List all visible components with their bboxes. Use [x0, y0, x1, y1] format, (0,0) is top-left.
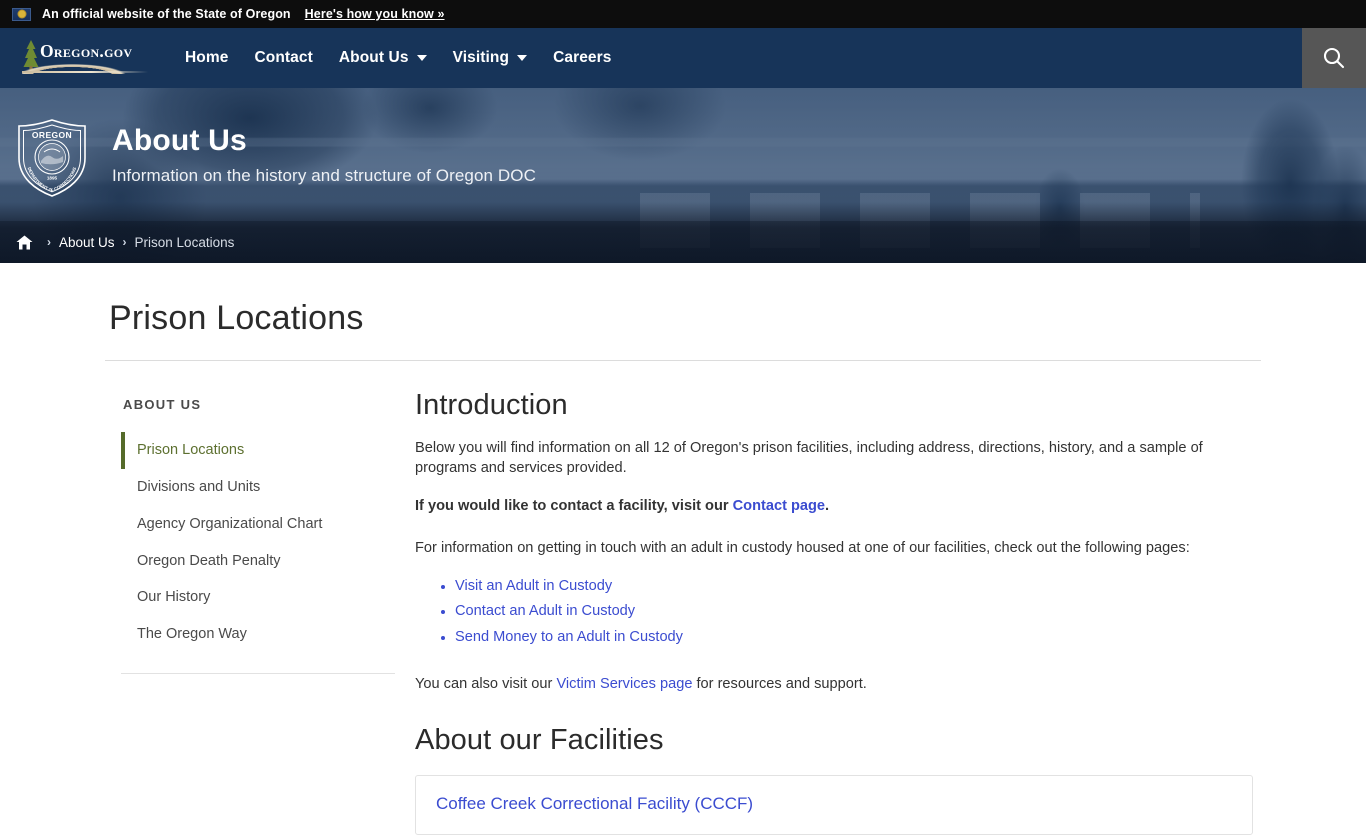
sidebar-item-the-oregon-way[interactable]: The Oregon Way [121, 616, 397, 653]
introduction-paragraph: Below you will find information on all 1… [415, 440, 1203, 477]
nav-item-contact-label: Contact [254, 49, 313, 66]
list-item: Visit an Adult in Custody [455, 577, 1253, 597]
search-icon [1323, 47, 1345, 69]
content-columns: ABOUT US Prison Locations Divisions and … [105, 389, 1261, 835]
page-title: Prison Locations [109, 299, 364, 337]
contact-page-link[interactable]: Contact page [733, 498, 825, 514]
hero-subtitle: Information on the history and structure… [112, 166, 536, 186]
oregon-gov-wordmark: Oregon.gov [40, 41, 133, 61]
main-navigation-bar: Oregon.gov Home Contact About Us Visitin… [0, 28, 1366, 88]
shield-icon: OREGON 1895 DEPARTMENT OF CORRECTIONS [18, 119, 86, 197]
list-item: Contact an Adult in Custody [455, 602, 1253, 622]
official-gov-banner: An official website of the State of Oreg… [0, 0, 1366, 28]
nav-link-list: Home Contact About Us Visiting Careers [172, 28, 625, 88]
sidebar-item-prison-locations[interactable]: Prison Locations [121, 432, 397, 469]
chevron-down-icon [517, 55, 528, 61]
chevron-down-icon [416, 55, 427, 61]
sidebar-item-agency-organizational-chart[interactable]: Agency Organizational Chart [121, 506, 397, 543]
contact-line-suffix: . [825, 498, 830, 515]
doc-seal-badge: OREGON 1895 DEPARTMENT OF CORRECTIONS [14, 118, 90, 198]
victim-services-page-link[interactable]: Victim Services page [556, 676, 692, 692]
svg-text:OREGON: OREGON [32, 130, 72, 140]
nav-item-visiting[interactable]: Visiting [440, 28, 541, 88]
search-button[interactable] [1302, 28, 1366, 88]
breadcrumb: › About Us › Prison Locations [0, 221, 1366, 263]
contact-facility-line: If you would like to contact a facility,… [415, 496, 1253, 516]
page-hero-banner: OREGON 1895 DEPARTMENT OF CORRECTIONS Ab… [0, 88, 1366, 263]
victim-services-line: You can also visit our Victim Services p… [415, 674, 1253, 694]
victim-line-prefix: You can also visit our [415, 676, 557, 693]
hero-title: About Us [112, 123, 247, 157]
svg-text:1895: 1895 [47, 176, 58, 181]
nav-item-careers[interactable]: Careers [540, 28, 624, 88]
logo-swoosh [22, 62, 148, 74]
home-icon[interactable] [16, 235, 33, 250]
page-body: Prison Locations ABOUT US Prison Locatio… [105, 263, 1261, 835]
visit-adult-in-custody-link[interactable]: Visit an Adult in Custody [455, 578, 612, 594]
nav-item-about-us[interactable]: About Us [326, 28, 440, 88]
contact-adult-in-custody-link[interactable]: Contact an Adult in Custody [455, 603, 635, 619]
nav-item-careers-label: Careers [553, 49, 612, 66]
heres-how-you-know-link[interactable]: Here's how you know » [305, 7, 445, 21]
send-money-adult-in-custody-link[interactable]: Send Money to an Adult in Custody [455, 629, 683, 645]
sidebar-item-oregon-death-penalty[interactable]: Oregon Death Penalty [121, 543, 397, 580]
about-our-facilities-heading: About our Facilities [415, 724, 664, 757]
official-site-notice: An official website of the State of Oreg… [42, 7, 291, 21]
nav-item-home[interactable]: Home [172, 28, 241, 88]
sidebar-item-divisions-and-units[interactable]: Divisions and Units [121, 469, 397, 506]
breadcrumb-separator: › [122, 235, 127, 249]
breadcrumb-item-about-us[interactable]: About Us [59, 235, 115, 250]
sidebar-divider [121, 673, 395, 675]
victim-line-suffix: for resources and support. [692, 676, 867, 693]
facility-card: Coffee Creek Correctional Facility (CCCF… [415, 775, 1253, 835]
hero-titles: About Us Information on the history and … [112, 124, 536, 193]
breadcrumb-separator: › [47, 235, 51, 249]
sidebar-heading: ABOUT US [123, 397, 202, 412]
breadcrumb-item-prison-locations: Prison Locations [134, 234, 235, 250]
nav-item-about-us-label: About Us [338, 49, 409, 66]
custody-links-list: Visit an Adult in Custody Contact an Adu… [415, 577, 1253, 649]
title-divider [105, 360, 1261, 361]
sidebar-item-our-history[interactable]: Our History [121, 579, 397, 616]
list-item: Send Money to an Adult in Custody [455, 628, 1253, 648]
sidebar-list: Prison Locations Divisions and Units Age… [121, 432, 397, 653]
sidebar: ABOUT US Prison Locations Divisions and … [105, 389, 397, 835]
main-content: Introduction Below you will find informa… [397, 389, 1261, 835]
coffee-creek-facility-link[interactable]: Coffee Creek Correctional Facility (CCCF… [436, 794, 753, 813]
getting-in-touch-paragraph: For information on getting in touch with… [415, 540, 1190, 557]
oregon-flag-icon [12, 7, 31, 21]
hero-content: OREGON 1895 DEPARTMENT OF CORRECTIONS Ab… [0, 88, 1366, 228]
nav-item-visiting-label: Visiting [452, 49, 510, 66]
nav-item-contact[interactable]: Contact [241, 28, 325, 88]
oregon-gov-logo[interactable]: Oregon.gov [14, 38, 150, 78]
introduction-heading: Introduction [415, 389, 568, 421]
contact-line-prefix: If you would like to contact a facility,… [415, 498, 733, 515]
nav-item-home-label: Home [185, 49, 229, 66]
